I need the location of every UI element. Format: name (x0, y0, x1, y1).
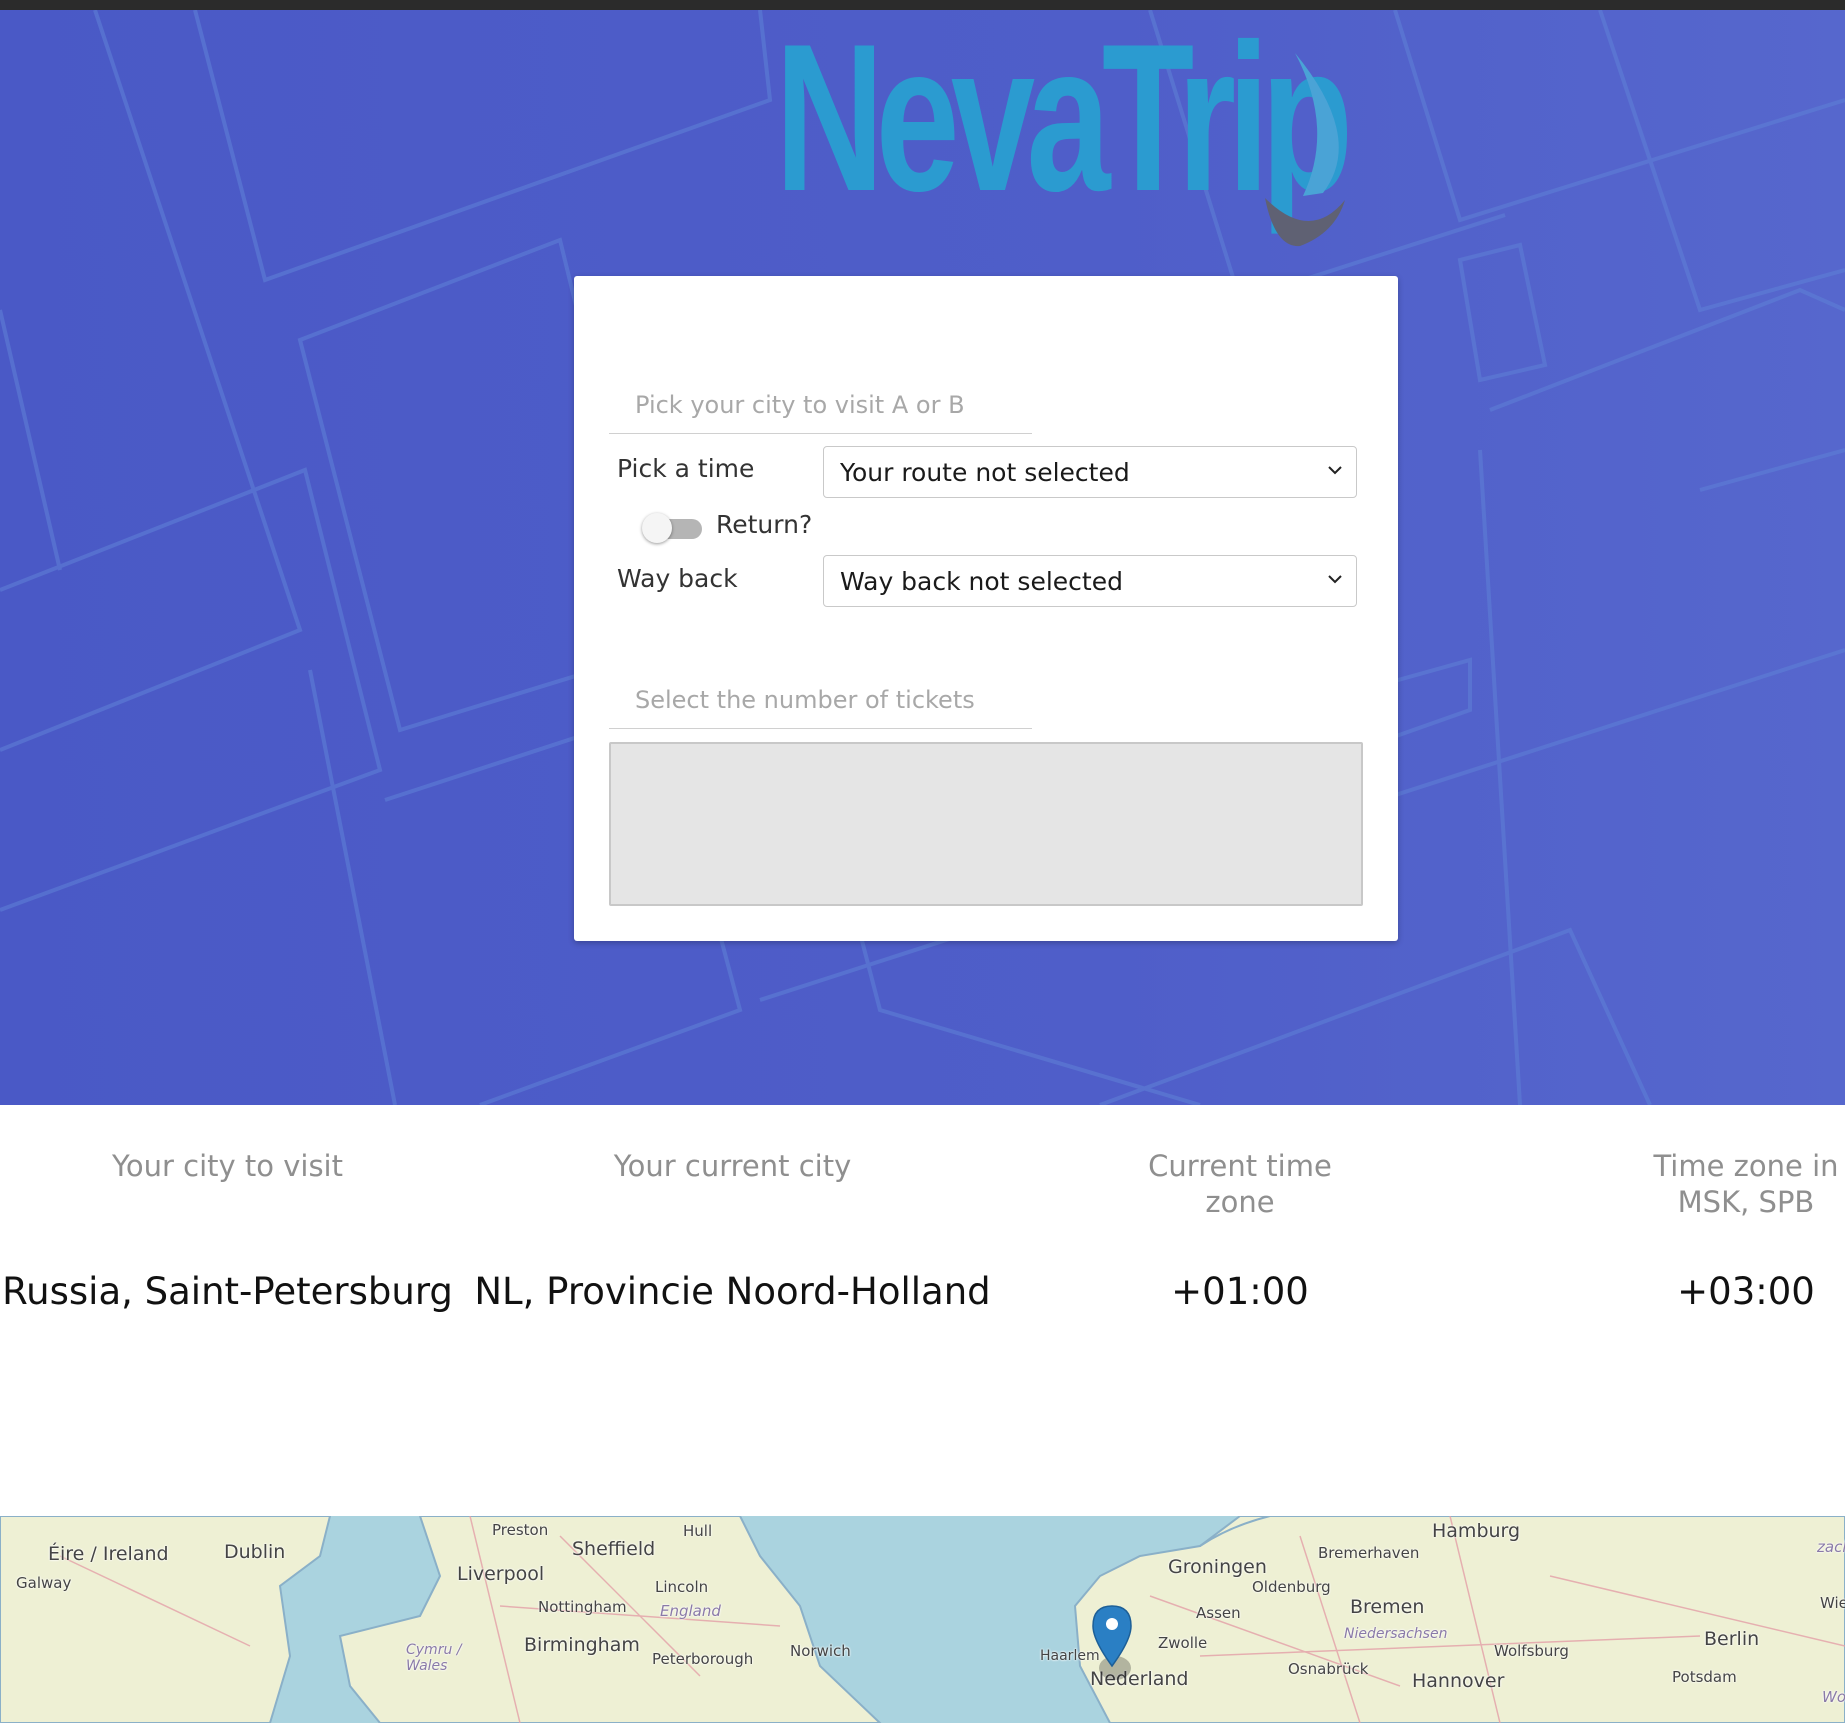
map-label-peterborough: Peterborough (652, 1650, 754, 1668)
way-back-label: Way back (617, 564, 738, 593)
value-current-tz: +01:00 (1171, 1270, 1309, 1313)
pick-time-label: Pick a time (617, 454, 755, 483)
map-label-hannover: Hannover (1412, 1670, 1505, 1692)
map-label-preston: Preston (492, 1521, 549, 1539)
header-current-city: Your current city (613, 1149, 852, 1183)
map-label-lincoln: Lincoln (655, 1578, 709, 1596)
map-label-niedersachsen: Niedersachsen (1344, 1626, 1448, 1642)
city-input[interactable] (609, 377, 1032, 433)
map-label-sheffield: Sheffield (572, 1538, 656, 1560)
time-select[interactable]: Your route not selected (823, 446, 1357, 498)
map-label-oldenburg: Oldenburg (1252, 1578, 1331, 1596)
map-label-hull: Hull (683, 1522, 713, 1540)
header-city-to-visit: Your city to visit (112, 1149, 343, 1183)
nevatrip-logo[interactable]: NevaTrip (775, 13, 1355, 258)
map-label-wo: Wo (1822, 1688, 1845, 1706)
sail-logo-icon (1265, 53, 1345, 247)
map-label-haarlem: Haarlem (1040, 1648, 1100, 1664)
map-label-bremerhaven: Bremerhaven (1318, 1544, 1420, 1562)
value-msk-tz: +03:00 (1677, 1270, 1815, 1313)
info-section: Your city to visit Your current city Cur… (0, 1106, 1845, 1516)
way-back-select[interactable]: Way back not selected (823, 555, 1357, 607)
map-label-ireland: Éire / Ireland (48, 1543, 169, 1565)
map-label-birmingham: Birmingham (524, 1634, 640, 1656)
chevron-down-icon (1328, 466, 1342, 475)
map-label-nederland: Nederland (1090, 1668, 1189, 1690)
map-label-zwolle: Zwolle (1158, 1634, 1208, 1652)
header-current-tz: Current time zone (1148, 1149, 1332, 1219)
map-label-norwich: Norwich (790, 1642, 851, 1660)
map-label-osnabruck: Osnabrück (1288, 1660, 1369, 1678)
way-back-select-value: Way back not selected (840, 567, 1123, 596)
map-label-liverpool: Liverpool (457, 1563, 545, 1585)
map-label-potsdam: Potsdam (1672, 1668, 1737, 1686)
tickets-input-wrapper (609, 672, 1032, 729)
map-label-nottingham: Nottingham (538, 1598, 627, 1616)
map-label-galway: Galway (16, 1574, 72, 1592)
chevron-down-icon (1328, 575, 1342, 584)
map-label-zach: zach (1817, 1538, 1845, 1556)
summary-box (609, 742, 1363, 906)
return-toggle[interactable] (642, 513, 704, 543)
map-label-groningen: Groningen (1168, 1556, 1267, 1578)
return-toggle-label: Return? (716, 510, 813, 539)
map-label-wales: Cymru / Wales (406, 1642, 462, 1674)
value-current-city: NL, Provincie Noord-Holland (474, 1270, 991, 1313)
city-input-wrapper (609, 377, 1032, 434)
map-label-bremen: Bremen (1350, 1596, 1425, 1618)
map-label-berlin: Berlin (1704, 1628, 1760, 1650)
map-label-england: England (660, 1602, 721, 1620)
map-label-wolfsburg: Wolfsburg (1494, 1642, 1569, 1660)
booking-card: Pick a time Your route not selected Retu… (574, 276, 1398, 941)
map-label-wie: Wie (1820, 1594, 1845, 1612)
map-label-dublin: Dublin (224, 1541, 286, 1563)
tickets-input[interactable] (609, 672, 1032, 728)
value-city-to-visit: Russia, Saint-Petersburg (2, 1270, 453, 1313)
time-select-value: Your route not selected (840, 458, 1130, 487)
map-label-hamburg: Hamburg (1432, 1520, 1521, 1542)
map-view[interactable]: Éire / Ireland Dublin Galway Preston She… (0, 1516, 1845, 1723)
browser-top-bar (0, 0, 1845, 10)
header-msk-tz: Time zone in MSK, SPB (1653, 1149, 1839, 1219)
map-label-assen: Assen (1196, 1604, 1241, 1622)
hero-section: NevaTrip Pick a time Your route not sele… (0, 10, 1845, 1105)
